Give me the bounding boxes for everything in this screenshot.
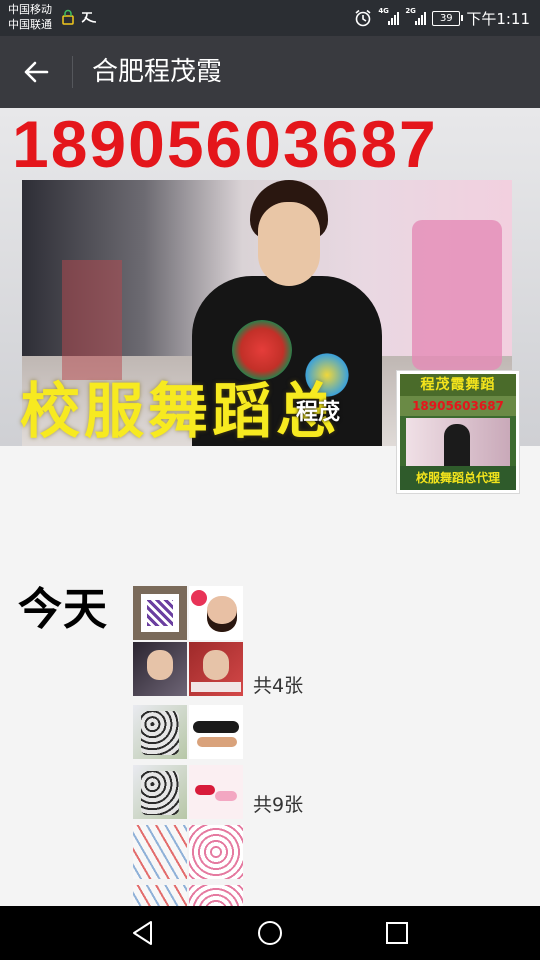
avatar-bottom-text: 校服舞蹈总代理: [400, 466, 516, 490]
cover-slogan: 校服舞蹈总: [20, 377, 340, 446]
avatar-phone-text: 18905603687: [400, 396, 516, 416]
signal-2-label: 2G: [405, 7, 416, 15]
alarm-icon: [355, 9, 371, 27]
clock: 下午1:11: [466, 9, 530, 28]
clothing-rack-right: [412, 220, 502, 370]
thumbnail-printed-fabric: [133, 825, 187, 879]
post-thumbnail-grid: [133, 705, 243, 939]
title-divider: [72, 56, 73, 88]
nav-home-button[interactable]: [250, 913, 290, 953]
signal-1-label: 4G: [378, 7, 389, 15]
post-item[interactable]: [133, 705, 243, 939]
arrow-left-icon: [24, 61, 49, 83]
post-photo-count: 共4张: [253, 675, 304, 697]
avatar-image: 程茂霞舞蹈 18905603687 校服舞蹈总代理: [400, 374, 516, 490]
post-photo-count: 共9张: [253, 794, 304, 816]
signal-icon-2: 2G: [405, 7, 427, 25]
avatar[interactable]: 程茂霞舞蹈 18905603687 校服舞蹈总代理: [396, 370, 520, 494]
avatar-top-text: 程茂霞舞蹈: [400, 374, 516, 396]
carrier-1: 中国移动: [8, 3, 52, 16]
page-title: 合肥程茂霞: [92, 57, 223, 87]
post-thumbnail-grid: [133, 586, 243, 696]
wechat-sport-icon: [81, 12, 97, 23]
nav-recents-button[interactable]: [377, 913, 417, 953]
system-nav-bar: [0, 906, 540, 960]
recents-square-icon: [385, 922, 408, 944]
notification-icons: [62, 9, 98, 25]
moments-screen: 中国移动 中国联通 4G 2G 39 下午1:11 合肥程茂霞 18905603…: [0, 0, 540, 960]
back-button[interactable]: [14, 50, 58, 94]
post-item[interactable]: [133, 586, 243, 696]
day-label: 今天: [18, 584, 108, 635]
home-circle-icon: [257, 921, 282, 945]
signal-icon-1: 4G: [378, 7, 400, 25]
back-triangle-icon: [133, 921, 153, 945]
carrier-2: 中国联通: [8, 18, 52, 31]
thumbnail-qr-code: [133, 586, 187, 640]
thumbnail-floral-fabric: [189, 825, 243, 879]
cover-phone-number: 18905603687: [12, 108, 438, 181]
battery-icon: 39: [432, 10, 464, 26]
thumbnail-woman-red-banner: [189, 642, 243, 696]
carrier-labels: 中国移动 中国联通: [8, 2, 52, 32]
thumbnail-printed-shirt: [133, 765, 187, 819]
lock-icon: [62, 9, 74, 25]
thumbnail-woman-portrait: [133, 642, 187, 696]
thumbnail-dance-shoes: [189, 705, 243, 759]
cover-name-overlay: 程茂: [296, 400, 341, 425]
clothing-rack-left: [62, 260, 122, 380]
thumbnail-printed-shirt: [133, 705, 187, 759]
status-bar: 中国移动 中国联通 4G 2G 39 下午1:11: [0, 0, 540, 36]
avatar-photo: [406, 418, 510, 466]
title-bar: 合肥程茂霞: [0, 36, 540, 108]
status-indicators: 4G 2G 39 下午1:11: [354, 0, 530, 36]
thumbnail-pink-shoes: [189, 765, 243, 819]
nav-back-button[interactable]: [123, 913, 163, 953]
thumbnail-woman-hearts: [189, 586, 243, 640]
